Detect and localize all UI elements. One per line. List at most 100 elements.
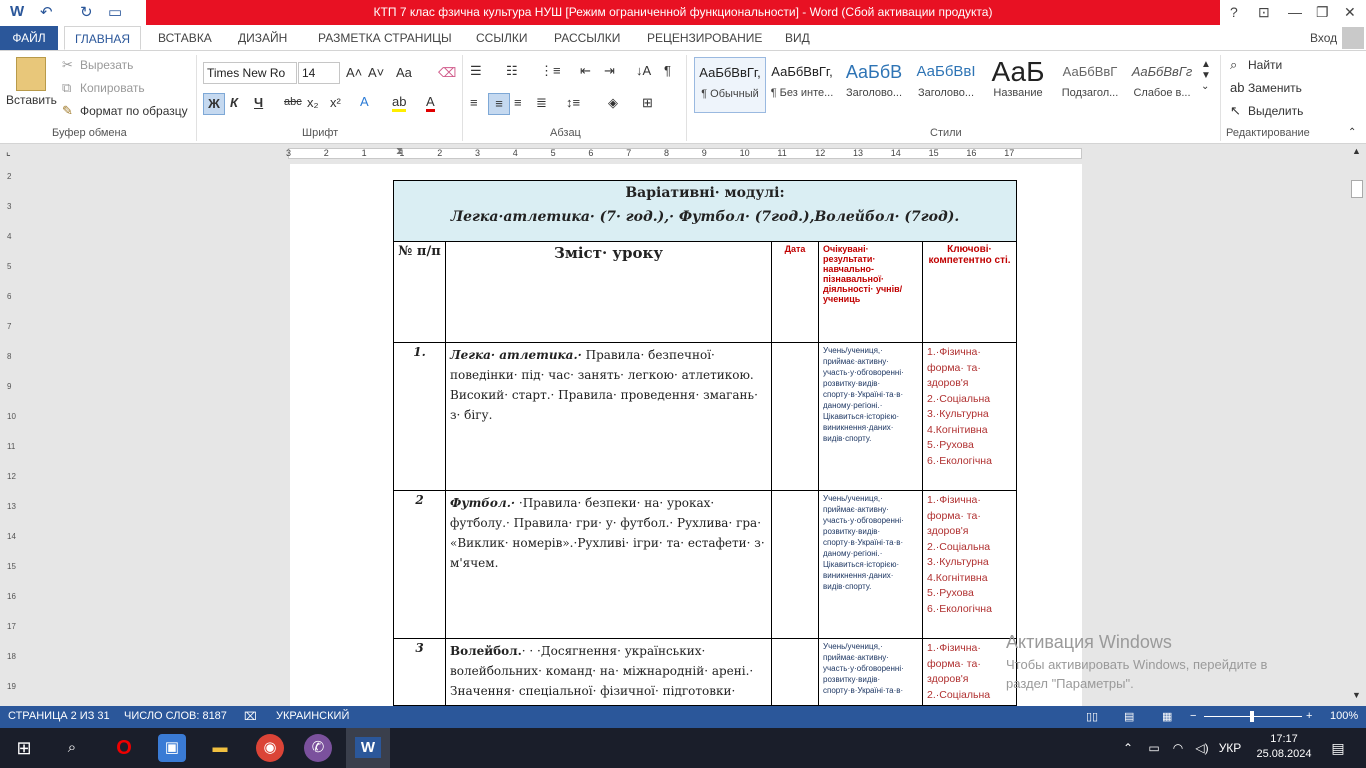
subscript-button[interactable]: x₂ [307,95,319,110]
tab-selector-icon[interactable]: ⌞ [6,147,11,158]
ribbon-display-icon[interactable]: ⊡ [1258,4,1270,21]
superscript-button[interactable]: x² [330,95,341,110]
row-key[interactable]: 1.·Фізична· форма· та· здоров'я 2.·Соціа… [922,490,1017,639]
print-layout-icon[interactable]: ▤ [1124,710,1134,723]
sort-icon[interactable]: ↓A [636,63,651,78]
row-key[interactable]: 1.·Фізична· форма· та· здоров'я 2.·Соціа… [922,638,1017,706]
col-expected-header[interactable]: Очікувані· результати· навчально-пізнава… [818,241,923,343]
lesson-plan-table[interactable]: Варіативні· модулі: Легка·атлетика· (7· … [393,180,1017,706]
indent-marker-icon[interactable]: ⧗ [396,146,403,157]
opera-icon[interactable]: O [110,734,138,762]
chrome-icon[interactable]: ◉ [256,734,284,762]
line-spacing-icon[interactable]: ↕≡ [566,95,580,110]
undo-icon[interactable]: ↶ [40,3,53,21]
scroll-up-icon[interactable]: ▲ [1352,146,1361,156]
clear-format-icon[interactable]: ⌫ [438,65,456,81]
table-row[interactable]: 2 Футбол.· ·Правила· безпеки· на· уроках… [393,490,1017,639]
open-icon[interactable]: ▭ [108,3,122,21]
font-name-combo[interactable]: Times New Ro [203,62,297,84]
zoom-slider-thumb[interactable] [1250,711,1254,722]
font-color-icon[interactable]: A [426,94,435,112]
row-content[interactable]: Футбол.· ·Правила· безпеки· на· уроках· … [445,490,772,639]
bold-button[interactable]: Ж [203,93,225,115]
col-content-header[interactable]: Зміст· уроку [445,241,772,343]
viber-icon[interactable]: ✆ [304,734,332,762]
cut-button[interactable]: Вырезать [80,58,133,72]
keyboard-language[interactable]: УКР [1214,734,1246,762]
format-painter-button[interactable]: Формат по образцу [80,104,188,118]
align-right-icon[interactable]: ≡ [514,95,522,110]
word-taskbar-icon[interactable]: W [346,728,390,768]
col-num-header[interactable]: № п/п [393,241,446,343]
tab-design[interactable]: ДИЗАЙН [238,26,287,50]
style-heading2[interactable]: АаБбВвІ Заголово... [910,57,982,113]
shrink-font-icon[interactable]: A˅ [368,65,384,80]
zoom-out-icon[interactable]: − [1190,710,1196,722]
ruler-bar[interactable] [288,148,1082,159]
proofing-icon[interactable]: ⌧ [244,710,257,723]
notifications-icon[interactable]: ▤ [1324,734,1352,762]
style-title[interactable]: АаБ Название [982,57,1054,113]
align-left-icon[interactable]: ≡ [470,95,478,110]
paste-button[interactable]: Вставить [6,93,57,107]
row-date[interactable] [771,638,819,706]
style-no-spacing[interactable]: АаБбВвГг, ¶ Без инте... [766,57,838,113]
highlight-icon[interactable]: ab [392,94,407,112]
text-effects-icon[interactable]: A [360,94,369,109]
numbering-icon[interactable]: ☷ [506,63,518,79]
tab-home[interactable]: ГЛАВНАЯ [64,26,142,50]
col-key-header[interactable]: Ключові· компетентно сті. [922,241,1017,343]
file-explorer-icon[interactable]: ▬ [206,734,234,762]
style-heading1[interactable]: АаБбВ Заголово... [838,57,910,113]
vertical-scrollbar[interactable]: ▲ ▼ [1348,144,1366,706]
font-size-combo[interactable]: 14 [298,62,340,84]
show-marks-icon[interactable]: ¶ [664,63,671,78]
redo-icon[interactable]: ↻ [80,3,93,21]
row-content[interactable]: Легка· атлетика.· Правила· безпечної· по… [445,342,772,491]
row-expected[interactable]: Учень/учениця,· приймає·активну· участь·… [818,638,923,706]
borders-icon[interactable]: ⊞ [642,95,653,111]
login-link[interactable]: Вход [1310,26,1337,50]
zoom-in-icon[interactable]: + [1306,710,1312,722]
row-key[interactable]: 1.·Фізична· форма· та· здоров'я 2.·Соціа… [922,342,1017,491]
replace-button[interactable]: Заменить [1248,81,1302,95]
start-icon[interactable]: ⊞ [10,734,38,762]
volume-icon[interactable]: ◁) [1188,734,1216,762]
web-layout-icon[interactable]: ▦ [1162,710,1172,723]
table-row[interactable]: 1. Легка· атлетика.· Правила· безпечної·… [393,342,1017,491]
table-row[interactable]: 3 Волейбол.· · ·Досягнення· українських·… [393,638,1017,706]
increase-indent-icon[interactable]: ⇥ [604,63,615,79]
tab-layout[interactable]: РАЗМЕТКА СТРАНИЦЫ [318,26,452,50]
page-count[interactable]: СТРАНИЦА 2 ИЗ 31 [8,710,110,722]
find-button[interactable]: Найти [1248,58,1282,72]
style-subtle-emphasis[interactable]: АаБбВвГг Слабое в... [1126,57,1198,113]
change-case-icon[interactable]: Aa [396,65,412,80]
avatar[interactable] [1342,27,1364,49]
tab-view[interactable]: ВИД [785,26,810,50]
help-button[interactable]: ? [1230,4,1238,20]
search-icon[interactable]: ⌕ [58,734,86,762]
tab-review[interactable]: РЕЦЕНЗИРОВАНИЕ [647,26,762,50]
language[interactable]: УКРАИНСКИЙ [276,710,349,722]
tab-references[interactable]: ССЫЛКИ [476,26,527,50]
collapse-ribbon-icon[interactable]: ⌃ [1348,127,1356,138]
zoom-level[interactable]: 100% [1330,710,1358,722]
style-normal[interactable]: АаБбВвГг, ¶ Обычный [694,57,766,113]
justify-icon[interactable]: ≣ [536,95,547,111]
table-header-cell[interactable]: Варіативні· модулі: Легка·атлетика· (7· … [393,180,1017,242]
scroll-down-icon[interactable]: ▼ [1352,690,1361,700]
row-expected[interactable]: Учень/учениця,· приймає·активну· участь·… [818,490,923,639]
styles-more-icon[interactable]: ▲ ▼ ⌄ [1201,59,1211,92]
row-expected[interactable]: Учень/учениця,· приймає·активну· участь·… [818,342,923,491]
tray-expand-icon[interactable]: ⌃ [1114,734,1142,762]
restore-icon[interactable]: ❐ [1316,4,1329,21]
clock[interactable]: 17:17 25.08.2024 [1252,732,1316,762]
underline-button[interactable]: Ч [254,95,263,110]
grow-font-icon[interactable]: A˄ [346,65,362,80]
read-mode-icon[interactable]: ▯▯ [1086,710,1098,723]
control-panel-icon[interactable]: ▣ [158,734,186,762]
paste-icon[interactable] [16,57,46,91]
style-subtitle[interactable]: АаБбВвГ Подзагол... [1054,57,1126,113]
tab-insert[interactable]: ВСТАВКА [158,26,212,50]
row-date[interactable] [771,342,819,491]
